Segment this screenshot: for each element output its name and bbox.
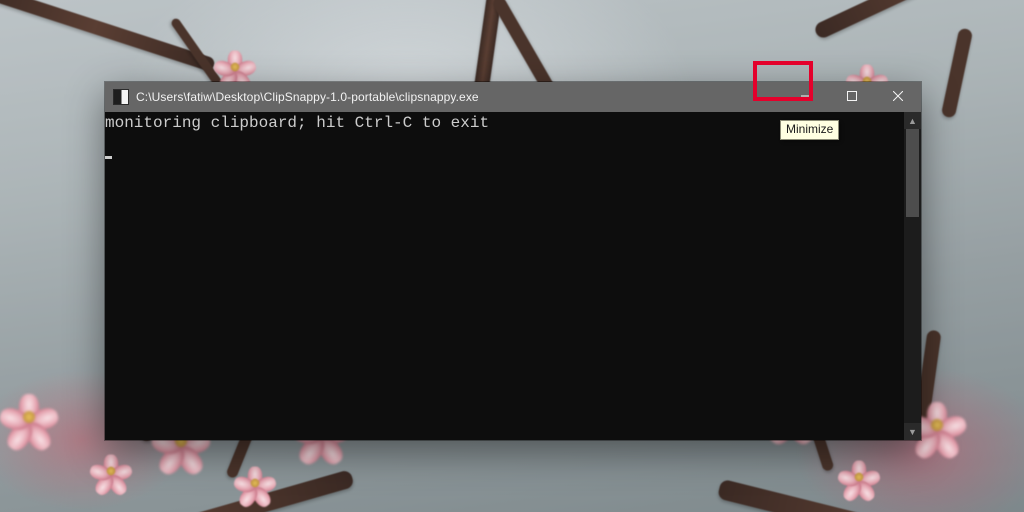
bg-branch [0, 469, 355, 512]
bg-branch [813, 0, 1024, 40]
close-icon [893, 90, 903, 104]
minimize-button[interactable] [783, 82, 829, 112]
bg-flower [218, 50, 251, 83]
bg-flower [842, 460, 875, 493]
chevron-up-icon: ▲ [908, 116, 917, 126]
bg-branch [941, 28, 973, 119]
scrollbar-track[interactable] [904, 129, 921, 423]
scroll-up-button[interactable]: ▲ [904, 112, 921, 129]
maximize-button[interactable] [829, 82, 875, 112]
app-icon [113, 89, 129, 105]
close-button[interactable] [875, 82, 921, 112]
minimize-tooltip: Minimize [780, 120, 839, 140]
console-line: monitoring clipboard; hit Ctrl-C to exit [105, 114, 489, 132]
console-window: C:\Users\fatiw\Desktop\ClipSnappy-1.0-po… [105, 82, 921, 440]
maximize-icon [847, 90, 857, 104]
bg-flower [238, 466, 271, 499]
vertical-scrollbar[interactable]: ▲ ▼ [904, 112, 921, 440]
bg-flower [94, 454, 127, 487]
chevron-down-icon: ▼ [908, 427, 917, 437]
scrollbar-thumb[interactable] [906, 129, 919, 217]
console-output[interactable]: monitoring clipboard; hit Ctrl-C to exit [105, 112, 904, 440]
text-cursor [105, 156, 112, 159]
client-area: monitoring clipboard; hit Ctrl-C to exit… [105, 112, 921, 440]
scroll-down-button[interactable]: ▼ [904, 423, 921, 440]
titlebar[interactable]: C:\Users\fatiw\Desktop\ClipSnappy-1.0-po… [105, 82, 921, 112]
bg-flower [6, 394, 52, 440]
minimize-icon [801, 90, 811, 104]
window-title: C:\Users\fatiw\Desktop\ClipSnappy-1.0-po… [136, 90, 479, 104]
